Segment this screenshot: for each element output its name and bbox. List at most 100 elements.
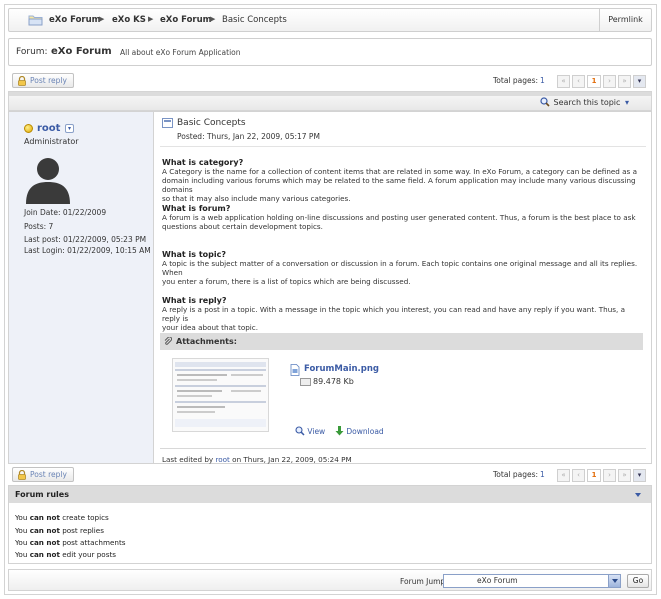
section-text: A forum is a web application holding on-… bbox=[162, 213, 642, 231]
chevron-right-icon: ▶ bbox=[210, 15, 216, 23]
section-line: domain including various forums which ma… bbox=[162, 176, 636, 194]
attachment-thumbnail[interactable] bbox=[172, 358, 269, 432]
forum-jump-select[interactable]: eXo Forum bbox=[443, 574, 621, 588]
section-line: A topic is the subject matter of a conve… bbox=[162, 259, 638, 277]
collapse-chevron-icon[interactable] bbox=[635, 493, 641, 497]
rule-item: You can not post replies bbox=[15, 526, 104, 535]
view-attachment-link[interactable]: View bbox=[295, 426, 325, 436]
forum-jump-bar: Forum Jump: eXo Forum Go bbox=[8, 569, 652, 591]
post-reply-button-bottom[interactable]: Post reply bbox=[12, 467, 74, 482]
forum-rules-header: Forum rules bbox=[9, 486, 651, 503]
next-page-icon[interactable]: › bbox=[603, 469, 616, 482]
first-page-icon[interactable]: « bbox=[557, 469, 570, 482]
toolbar-strip bbox=[9, 92, 651, 96]
permlink-button[interactable]: Permlink bbox=[599, 9, 651, 31]
breadcrumb-item-forum-home[interactable]: eXo Forum bbox=[49, 15, 101, 25]
download-attachment-link[interactable]: Download bbox=[335, 426, 384, 436]
edited-user-link[interactable]: root bbox=[215, 455, 229, 464]
attachment-file-size: 89.478 Kb bbox=[313, 377, 354, 386]
search-topic-label: Search this topic bbox=[553, 98, 621, 107]
user-name[interactable]: root bbox=[37, 123, 60, 134]
user-posts: Posts: 7 bbox=[24, 222, 54, 231]
total-pages-count: 1 bbox=[540, 470, 545, 479]
page-dropdown-icon[interactable]: ▾ bbox=[633, 75, 646, 88]
forum-name: eXo Forum bbox=[51, 46, 112, 57]
section-line: so that it may also include many various… bbox=[162, 194, 351, 203]
download-arrow-icon bbox=[335, 426, 344, 436]
chevron-right-icon: ▶ bbox=[148, 15, 154, 23]
forum-label: Forum: bbox=[16, 47, 48, 57]
image-file-icon bbox=[290, 364, 300, 376]
section-line: questions about certain development topi… bbox=[162, 222, 323, 231]
rule-item: You can not post attachments bbox=[15, 538, 126, 547]
section-text: A reply is a post in a topic. With a mes… bbox=[162, 305, 642, 332]
total-pages-count: 1 bbox=[540, 76, 545, 85]
download-label: Download bbox=[346, 427, 384, 436]
user-join-date: Join Date: 01/22/2009 bbox=[24, 208, 107, 217]
forum-description: All about eXo Forum Application bbox=[120, 48, 241, 57]
post-container: root ▾ Administrator Join Date: 01/22/20… bbox=[8, 111, 652, 464]
page-1-button[interactable]: 1 bbox=[587, 75, 601, 88]
breadcrumb-item-forum[interactable]: eXo Forum bbox=[160, 15, 212, 25]
page-1-button[interactable]: 1 bbox=[587, 469, 601, 482]
post-title: Basic Concepts bbox=[177, 118, 246, 128]
forum-rules-title: Forum rules bbox=[15, 490, 69, 499]
first-page-icon[interactable]: « bbox=[557, 75, 570, 88]
divider bbox=[160, 448, 646, 449]
avatar bbox=[26, 158, 70, 204]
pagination-bottom: Total pages: 1 « ‹ 1 › » ▾ bbox=[493, 469, 653, 483]
breadcrumb: eXo Forum ▶ eXo KS ▶ eXo Forum ▶ Basic C… bbox=[8, 8, 652, 32]
user-last-post: Last post: 01/22/2009, 05:23 PM bbox=[24, 235, 147, 244]
last-page-icon[interactable]: » bbox=[618, 469, 631, 482]
total-pages-label: Total pages: bbox=[493, 76, 539, 85]
chevron-down-icon[interactable] bbox=[608, 575, 620, 587]
section-text: A topic is the subject matter of a conve… bbox=[162, 259, 642, 286]
breadcrumb-item-topic: Basic Concepts bbox=[222, 15, 287, 25]
forum-jump-value: eXo Forum bbox=[477, 576, 518, 585]
prev-page-icon[interactable]: ‹ bbox=[572, 469, 585, 482]
attachment-file-name[interactable]: ForumMain.png bbox=[304, 364, 379, 374]
section-heading: What is forum? bbox=[162, 204, 231, 213]
divider bbox=[160, 146, 646, 147]
user-panel: root ▾ Administrator Join Date: 01/22/20… bbox=[9, 112, 154, 463]
post-reply-label: Post reply bbox=[30, 76, 67, 85]
user-role: Administrator bbox=[24, 137, 79, 146]
total-pages-label: Total pages: bbox=[493, 470, 539, 479]
breadcrumb-item-category[interactable]: eXo KS bbox=[112, 15, 146, 25]
section-line: you enter a forum, there is a list of to… bbox=[162, 277, 411, 286]
forum-rules-panel: Forum rules You can not create topics Yo… bbox=[8, 485, 652, 564]
chevron-right-icon: ▶ bbox=[99, 15, 105, 23]
rule-item: You can not create topics bbox=[15, 513, 109, 522]
search-topic-button[interactable]: Search this topic ▾ bbox=[539, 97, 629, 107]
edited-suffix: on Thurs, Jan 22, 2009, 05:24 PM bbox=[232, 455, 352, 464]
go-button[interactable]: Go bbox=[627, 574, 649, 588]
search-icon bbox=[539, 97, 550, 107]
pagination-top: Total pages: 1 « ‹ 1 › » ▾ bbox=[493, 75, 653, 89]
post-date: Posted: Thurs, Jan 22, 2009, 05:17 PM bbox=[177, 132, 320, 141]
section-line: A forum is a web application holding on-… bbox=[162, 213, 636, 222]
file-size-icon bbox=[300, 378, 311, 386]
folder-icon bbox=[28, 15, 43, 26]
magnifier-icon bbox=[295, 426, 305, 436]
last-edited-note: Last edited by root on Thurs, Jan 22, 20… bbox=[162, 455, 352, 464]
attachments-label: Attachments: bbox=[176, 337, 237, 346]
section-heading: What is category? bbox=[162, 158, 244, 167]
attachments-header: Attachments: bbox=[160, 333, 643, 350]
user-menu-dropdown-icon[interactable]: ▾ bbox=[65, 124, 74, 133]
page-dropdown-icon[interactable]: ▾ bbox=[633, 469, 646, 482]
section-heading: What is reply? bbox=[162, 296, 227, 305]
prev-page-icon[interactable]: ‹ bbox=[572, 75, 585, 88]
user-last-login: Last Login: 01/22/2009, 10:15 AM bbox=[24, 246, 151, 255]
edited-prefix: Last edited by bbox=[162, 455, 214, 464]
last-page-icon[interactable]: » bbox=[618, 75, 631, 88]
next-page-icon[interactable]: › bbox=[603, 75, 616, 88]
section-text: A Category is the name for a collection … bbox=[162, 167, 642, 203]
post-content: Basic Concepts Posted: Thurs, Jan 22, 20… bbox=[155, 112, 651, 464]
topic-icon bbox=[162, 118, 173, 128]
post-reply-button[interactable]: Post reply bbox=[12, 73, 74, 88]
lock-icon bbox=[18, 470, 26, 480]
chevron-down-icon: ▾ bbox=[624, 98, 629, 107]
section-line: A Category is the name for a collection … bbox=[162, 167, 637, 176]
online-status-icon bbox=[24, 124, 33, 133]
forum-jump-label: Forum Jump: bbox=[400, 577, 448, 586]
